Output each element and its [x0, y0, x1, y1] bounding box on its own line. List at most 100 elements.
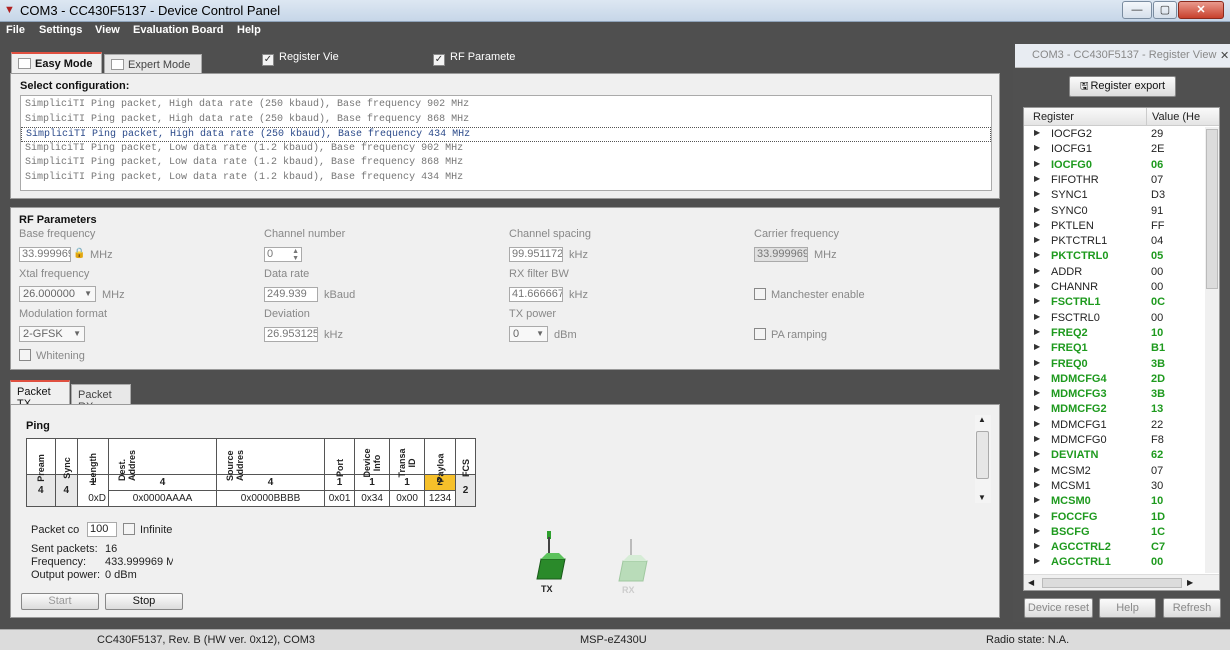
expand-arrow-icon[interactable]: ▶ [1034, 419, 1040, 428]
col-value[interactable]: Value (He [1152, 111, 1200, 123]
rf-params-checkbox[interactable]: ✓ [433, 54, 445, 66]
register-value[interactable]: F8 [1151, 434, 1164, 446]
register-row[interactable]: ▶ SYNC1 D3 [1024, 188, 1204, 203]
tab-expert-mode[interactable]: Expert Mode [104, 54, 202, 73]
register-value[interactable]: 13 [1151, 403, 1163, 415]
value-source[interactable]: 0x0000BBBB [216, 490, 326, 507]
register-value[interactable]: 04 [1151, 235, 1163, 247]
configuration-list[interactable]: SimpliciTI Ping packet, High data rate (… [20, 95, 992, 191]
register-row[interactable]: ▶ MCSM2 07 [1024, 464, 1204, 479]
register-row[interactable]: ▶ MCSM0 10 [1024, 494, 1204, 509]
close-button[interactable]: ✕ [1178, 1, 1224, 19]
register-row[interactable]: ▶ IOCFG1 2E [1024, 142, 1204, 157]
register-value[interactable]: 3B [1151, 388, 1165, 400]
expand-arrow-icon[interactable]: ▶ [1034, 403, 1040, 412]
register-row[interactable]: ▶ PKTLEN FF [1024, 219, 1204, 234]
packet-count-field[interactable]: 100 [87, 522, 117, 537]
register-row[interactable]: ▶ FOCCFG 1D [1024, 510, 1204, 525]
infinite-toggle[interactable]: Infinite [123, 523, 172, 536]
rx-bw-field[interactable]: 41.666667 [509, 287, 563, 302]
menu-settings[interactable]: Settings [39, 24, 82, 36]
stop-button[interactable]: Stop [105, 593, 183, 610]
register-row[interactable]: ▶ BSCFG 1C [1024, 525, 1204, 540]
minimize-button[interactable]: — [1122, 1, 1152, 19]
expand-arrow-icon[interactable]: ▶ [1034, 250, 1040, 259]
register-row[interactable]: ▶ DEVIATN 62 [1024, 448, 1204, 463]
register-row[interactable]: ▶ FREQ2 10 [1024, 326, 1204, 341]
register-hscrollbar[interactable]: ◀ ▶ [1024, 574, 1219, 590]
expand-arrow-icon[interactable]: ▶ [1034, 511, 1040, 520]
register-value[interactable]: D3 [1151, 189, 1165, 201]
register-row[interactable]: ▶ FSCTRL0 00 [1024, 311, 1204, 326]
register-row[interactable]: ▶ IOCFG0 06 [1024, 158, 1204, 173]
register-row[interactable]: ▶ MCSM1 30 [1024, 479, 1204, 494]
expand-arrow-icon[interactable]: ▶ [1034, 449, 1040, 458]
register-row[interactable]: ▶ CHANNR 00 [1024, 280, 1204, 295]
register-value[interactable]: 00 [1151, 312, 1163, 324]
register-value[interactable]: 10 [1151, 495, 1163, 507]
register-row[interactable]: ▶ MDMCFG2 13 [1024, 402, 1204, 417]
whitening-checkbox[interactable] [19, 349, 31, 361]
expand-arrow-icon[interactable]: ▶ [1034, 388, 1040, 397]
pa-ramping-toggle[interactable]: PA ramping [754, 328, 827, 341]
expand-arrow-icon[interactable]: ▶ [1034, 327, 1040, 336]
close-icon[interactable]: ✕ [1220, 49, 1229, 62]
register-value[interactable]: 07 [1151, 174, 1163, 186]
infinite-checkbox[interactable] [123, 523, 135, 535]
packet-scrollbar[interactable]: ▲ ▼ [975, 415, 991, 503]
expand-arrow-icon[interactable]: ▶ [1034, 373, 1040, 382]
register-row[interactable]: ▶ FREQ1 B1 [1024, 341, 1204, 356]
expand-arrow-icon[interactable]: ▶ [1034, 159, 1040, 168]
expand-arrow-icon[interactable]: ▶ [1034, 312, 1040, 321]
register-row[interactable]: ▶ FIFOTHR 07 [1024, 173, 1204, 188]
whitening-toggle[interactable]: Whitening [19, 349, 85, 362]
tx-power-dropdown[interactable]: 0 ▼ [509, 326, 548, 342]
expand-arrow-icon[interactable]: ▶ [1034, 128, 1040, 137]
register-value[interactable]: 10 [1151, 327, 1163, 339]
value-port[interactable]: 0x01 [324, 490, 356, 507]
register-value[interactable]: 1D [1151, 511, 1165, 523]
spinner-icon[interactable]: ▲ ▼ [292, 248, 299, 261]
manchester-checkbox[interactable] [754, 288, 766, 300]
scroll-up-icon[interactable]: ▲ [978, 415, 986, 424]
expand-arrow-icon[interactable]: ▶ [1034, 465, 1040, 474]
register-value[interactable]: 22 [1151, 419, 1163, 431]
register-row[interactable]: ▶ MDMCFG0 F8 [1024, 433, 1204, 448]
register-value[interactable]: 62 [1151, 449, 1163, 461]
maximize-button[interactable]: ▢ [1153, 1, 1177, 19]
channel-number-field[interactable]: 0 ▲ ▼ [264, 247, 302, 262]
tab-easy-mode[interactable]: Easy Mode [11, 52, 102, 73]
register-value[interactable]: 2E [1151, 143, 1164, 155]
register-view-toggle[interactable]: ✓ Register Vie [262, 51, 339, 66]
menu-evaluation-board[interactable]: Evaluation Board [133, 24, 223, 36]
value-device-info[interactable]: 0x34 [354, 490, 391, 507]
menu-view[interactable]: View [95, 24, 120, 36]
register-value[interactable]: 05 [1151, 250, 1163, 262]
register-hscroll-thumb[interactable] [1042, 578, 1182, 588]
register-value[interactable]: 1C [1151, 526, 1165, 538]
channel-spacing-field[interactable]: 99.951172 [509, 247, 563, 262]
config-item[interactable]: SimpliciTI Ping packet, Low data rate (1… [21, 171, 991, 186]
register-value[interactable]: 00 [1151, 266, 1163, 278]
register-value[interactable]: 3B [1151, 358, 1165, 370]
register-row[interactable]: ▶ MDMCFG3 3B [1024, 387, 1204, 402]
expand-arrow-icon[interactable]: ▶ [1034, 189, 1040, 198]
register-row[interactable]: ▶ IOCFG2 29 [1024, 127, 1204, 142]
register-row[interactable]: ▶ PKTCTRL0 05 [1024, 249, 1204, 264]
help-button[interactable]: Help [1099, 598, 1156, 618]
scroll-down-icon[interactable]: ▼ [978, 493, 986, 502]
expand-arrow-icon[interactable]: ▶ [1034, 480, 1040, 489]
config-item[interactable]: SimpliciTI Ping packet, Low data rate (1… [21, 156, 991, 171]
expand-arrow-icon[interactable]: ▶ [1034, 296, 1040, 305]
expand-arrow-icon[interactable]: ▶ [1034, 235, 1040, 244]
tab-packet-tx[interactable]: Packet TX [10, 380, 70, 410]
expand-arrow-icon[interactable]: ▶ [1034, 541, 1040, 550]
expand-arrow-icon[interactable]: ▶ [1034, 266, 1040, 275]
device-reset-button[interactable]: Device reset [1024, 598, 1093, 618]
expand-arrow-icon[interactable]: ▶ [1034, 434, 1040, 443]
expand-arrow-icon[interactable]: ▶ [1034, 281, 1040, 290]
config-item-selected[interactable]: SimpliciTI Ping packet, High data rate (… [21, 127, 991, 142]
register-scrollbar[interactable] [1205, 127, 1219, 573]
register-row[interactable]: ▶ FREQ0 3B [1024, 357, 1204, 372]
manchester-toggle[interactable]: Manchester enable [754, 288, 865, 301]
